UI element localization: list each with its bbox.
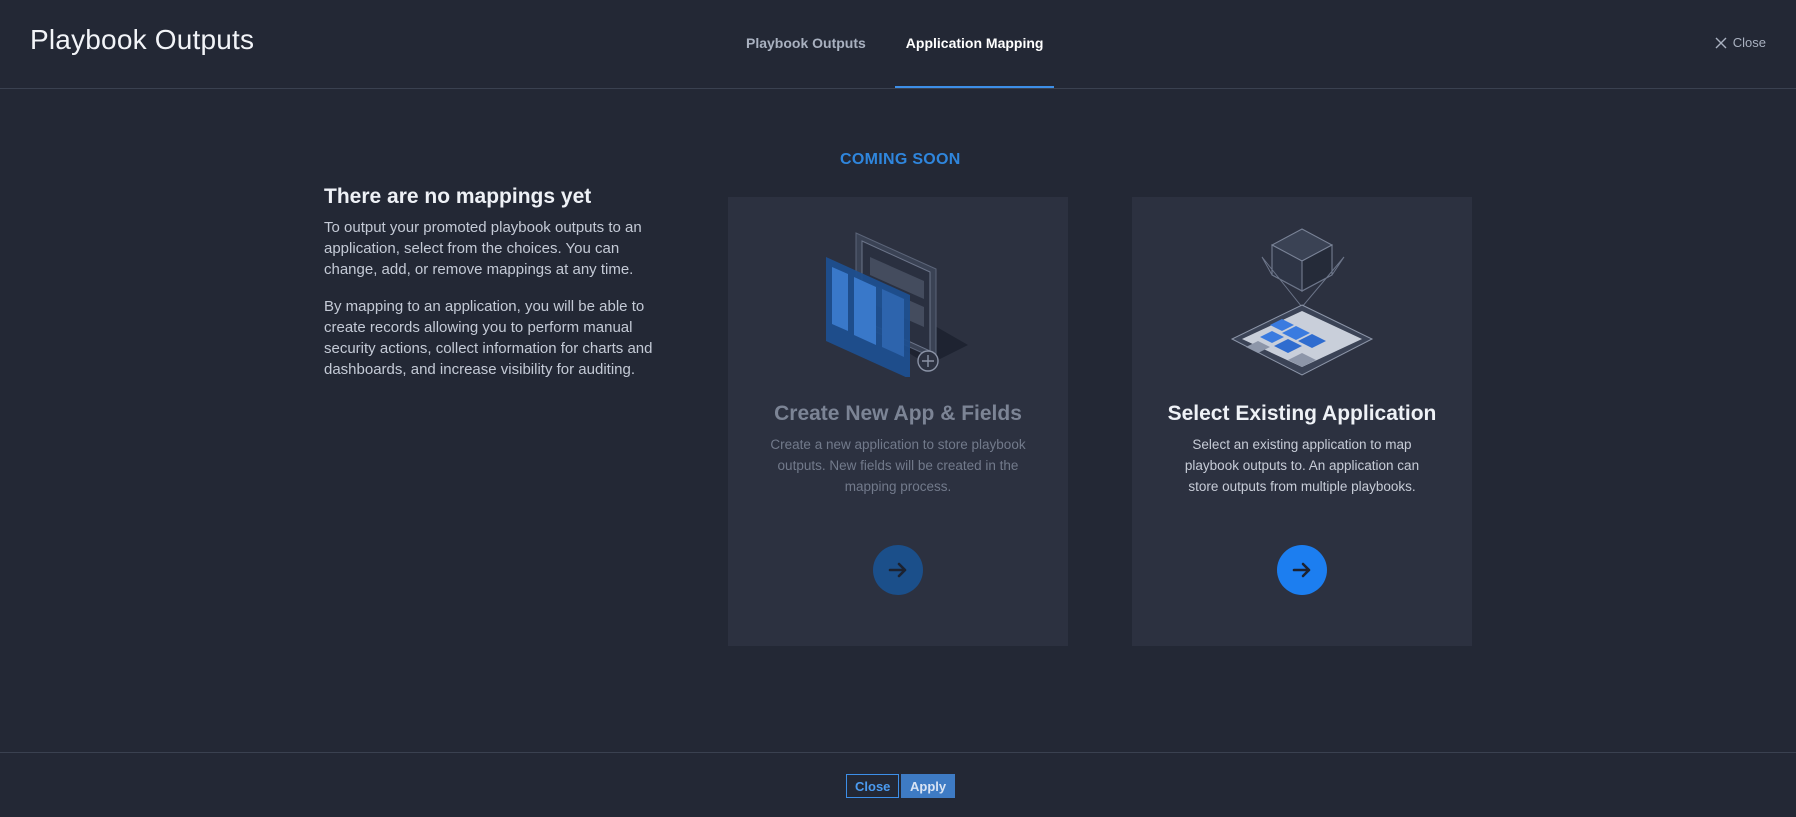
apply-button[interactable]: Apply xyxy=(901,774,956,798)
select-existing-app-description: Select an existing application to map pl… xyxy=(1184,437,1420,494)
create-new-app-button[interactable] xyxy=(873,545,923,595)
modal-footer: Close Apply xyxy=(0,752,1796,817)
modal-header: Playbook Outputs Playbook Outputs Applic… xyxy=(0,0,1796,89)
create-new-app-description: Create a new application to store playbo… xyxy=(770,437,1026,494)
existing-app-illustration xyxy=(1230,228,1374,376)
arrow-right-icon xyxy=(888,562,907,578)
close-button-top[interactable]: Close xyxy=(1715,35,1766,50)
tab-playbook-outputs[interactable]: Playbook Outputs xyxy=(735,0,877,88)
tab-bar: Playbook Outputs Application Mapping xyxy=(735,0,1072,88)
intro-section: There are no mappings yet To output your… xyxy=(324,185,669,396)
select-existing-app-card[interactable]: Select Existing Application Select an ex… xyxy=(1132,197,1472,646)
close-button[interactable]: Close xyxy=(846,774,900,798)
tab-application-mapping[interactable]: Application Mapping xyxy=(894,0,1055,88)
create-new-app-title: Create New App & Fields xyxy=(774,402,1022,425)
create-new-app-card[interactable]: Create New App & Fields Create a new app… xyxy=(728,197,1068,646)
new-app-illustration xyxy=(826,232,968,377)
close-icon xyxy=(1715,37,1727,48)
intro-heading: There are no mappings yet xyxy=(324,185,592,208)
arrow-right-icon xyxy=(1292,562,1311,578)
page-title: Playbook Outputs xyxy=(30,24,255,55)
close-label: Close xyxy=(1732,35,1766,50)
select-existing-app-button[interactable] xyxy=(1277,545,1327,595)
coming-soon-badge: COMING SOON xyxy=(840,151,961,168)
intro-paragraph-2: By mapping to an application, you will b… xyxy=(324,298,653,378)
select-existing-app-title: Select Existing Application xyxy=(1167,402,1437,425)
intro-paragraph-1: To output your promoted playbook outputs… xyxy=(324,219,642,278)
main-content: COMING SOON There are no mappings yet To… xyxy=(0,89,1796,751)
